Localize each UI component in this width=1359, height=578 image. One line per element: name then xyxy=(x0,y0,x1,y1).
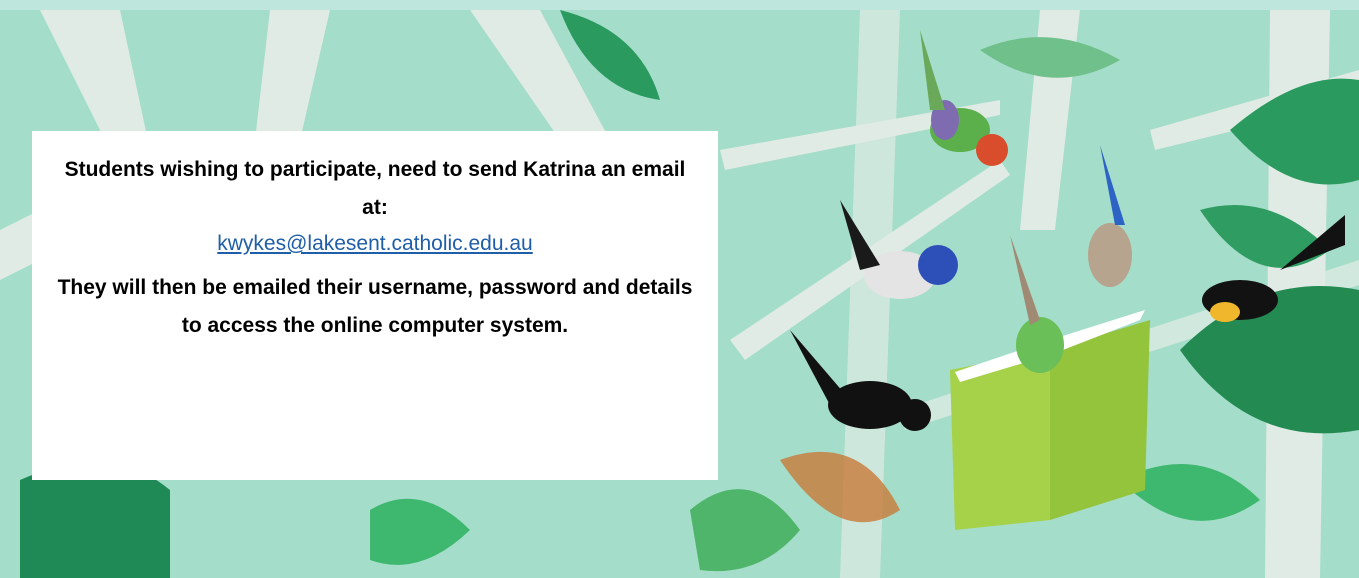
bird-brown-icon xyxy=(1088,145,1132,287)
participation-instruction: Students wishing to participate, need to… xyxy=(64,158,686,219)
top-border-strip xyxy=(0,0,1359,10)
info-box: Students wishing to participate, need to… xyxy=(32,131,718,480)
email-link[interactable]: kwykes@lakesent.catholic.edu.au xyxy=(217,227,532,261)
bird-green-icon xyxy=(1010,235,1064,373)
login-details-message: They will then be emailed their username… xyxy=(57,276,693,337)
